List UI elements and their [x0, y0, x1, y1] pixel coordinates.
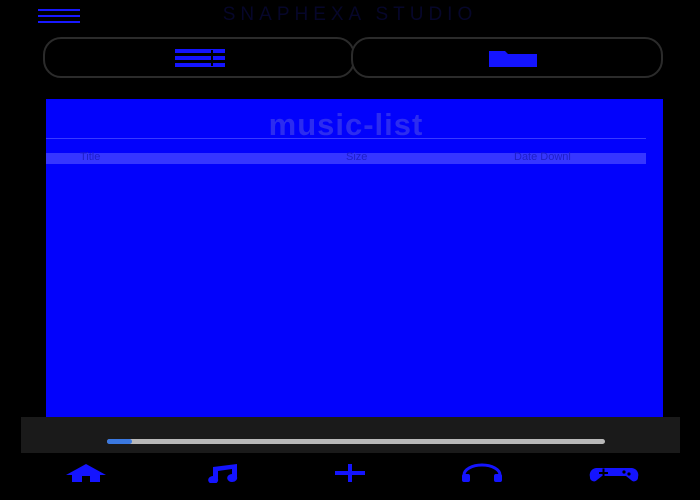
home-icon	[66, 464, 106, 482]
list-view-button[interactable]	[43, 37, 355, 78]
music-note-icon	[208, 464, 238, 483]
nav-games-button[interactable]	[588, 463, 640, 489]
nav-add-button[interactable]	[326, 463, 374, 489]
gamepad-icon	[589, 468, 639, 482]
column-header-size[interactable]: Size	[346, 151, 367, 163]
bottom-nav	[0, 453, 700, 500]
view-toggle	[43, 37, 665, 78]
app-title: SNAPHEXA STUDIO	[222, 4, 478, 25]
column-header-date-downloaded[interactable]: Date Downl	[514, 151, 642, 163]
folder-icon	[489, 51, 537, 67]
list-icon	[175, 49, 225, 67]
player-bar	[21, 417, 680, 453]
folder-view-button[interactable]	[351, 37, 663, 78]
headphones-icon	[462, 463, 502, 482]
column-header-title[interactable]: Title	[80, 151, 100, 163]
nav-music-button[interactable]	[196, 463, 244, 489]
progress-fill	[107, 439, 132, 444]
music-list-panel: music-list Title Size Date Downl	[46, 99, 663, 430]
playback-progress-bar[interactable]	[107, 439, 605, 444]
title-divider	[46, 138, 646, 139]
nav-home-button[interactable]	[62, 463, 110, 489]
nav-headphones-button[interactable]	[458, 463, 506, 489]
table-header: Title Size Date Downl	[46, 151, 646, 164]
plus-icon	[335, 464, 365, 482]
header: SNAPHEXA STUDIO	[0, 0, 700, 34]
